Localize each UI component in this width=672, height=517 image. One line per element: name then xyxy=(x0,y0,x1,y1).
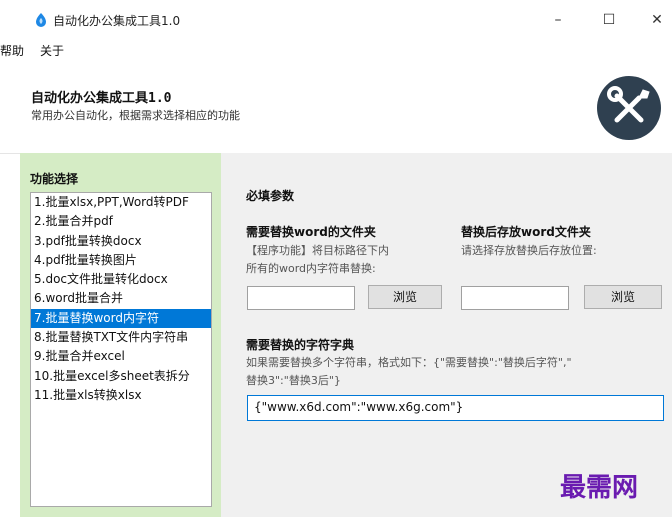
list-item-selected[interactable]: 7.批量替换word内字符 xyxy=(31,308,211,329)
maximize-button[interactable]: ☐ xyxy=(594,8,624,32)
target-folder-input[interactable] xyxy=(461,286,569,310)
tools-icon xyxy=(597,76,661,140)
header-banner: 自动化办公集成工具1.0 常用办公自动化，根据需求选择相应的功能 xyxy=(0,60,672,154)
list-item[interactable]: 6.word批量合并 xyxy=(31,289,211,308)
function-list[interactable]: 1.批量xlsx,PPT,Word转PDF 2.批量合并pdf 3.pdf批量转… xyxy=(30,192,212,507)
list-item[interactable]: 8.批量替换TXT文件内字符串 xyxy=(31,328,211,347)
list-item[interactable]: 2.批量合并pdf xyxy=(31,212,211,231)
title-bar: 自动化办公集成工具1.0 – ☐ ✕ xyxy=(0,0,672,40)
app-icon xyxy=(36,13,46,27)
dict-hint-line2: 替换3":"替换3后"} xyxy=(246,374,341,387)
list-item[interactable]: 11.批量xls转换xlsx xyxy=(31,386,211,405)
target-hint: 请选择存放替换后存放位置: xyxy=(461,244,597,257)
menu-help[interactable]: 帮助 xyxy=(0,42,24,59)
source-hint-line2: 所有的word内字符串替换: xyxy=(246,262,376,275)
menu-bar: 帮助 关于 xyxy=(0,40,672,60)
section-title: 必填参数 xyxy=(246,189,295,203)
target-folder-label: 替换后存放word文件夹 xyxy=(461,225,591,239)
close-button[interactable]: ✕ xyxy=(642,8,672,32)
header-subtitle: 常用办公自动化，根据需求选择相应的功能 xyxy=(31,109,240,122)
source-folder-input[interactable] xyxy=(247,286,355,310)
dict-input[interactable]: {"www.x6d.com":"www.x6g.com"} xyxy=(247,395,664,421)
sidebar-title: 功能选择 xyxy=(30,172,79,186)
minimize-button[interactable]: – xyxy=(543,8,573,32)
source-browse-button[interactable]: 浏览 xyxy=(368,285,442,309)
window-title: 自动化办公集成工具1.0 xyxy=(53,14,181,28)
list-item[interactable]: 10.批量excel多sheet表拆分 xyxy=(31,367,211,386)
watermark-text: 最需网 xyxy=(560,473,639,503)
header-title: 自动化办公集成工具1.0 xyxy=(31,91,172,106)
source-folder-label: 需要替换word的文件夹 xyxy=(246,225,376,239)
target-browse-button[interactable]: 浏览 xyxy=(584,285,662,309)
dict-hint-line1: 如果需要替换多个字符串，格式如下：{"需要替换":"替换后字符"," xyxy=(246,356,572,369)
list-item[interactable]: 3.pdf批量转换docx xyxy=(31,232,211,251)
parameters-panel: 必填参数 需要替换word的文件夹 【程序功能】将目标路径下内 所有的word内… xyxy=(221,153,672,517)
list-item[interactable]: 4.pdf批量转换图片 xyxy=(31,251,211,270)
list-item[interactable]: 1.批量xlsx,PPT,Word转PDF xyxy=(31,193,211,212)
list-item[interactable]: 5.doc文件批量转化docx xyxy=(31,270,211,289)
list-item[interactable]: 9.批量合并excel xyxy=(31,347,211,366)
source-hint-line1: 【程序功能】将目标路径下内 xyxy=(246,244,389,257)
function-sidebar: 功能选择 1.批量xlsx,PPT,Word转PDF 2.批量合并pdf 3.p… xyxy=(20,153,221,517)
menu-about[interactable]: 关于 xyxy=(40,42,64,59)
dict-label: 需要替换的字符字典 xyxy=(246,338,355,352)
